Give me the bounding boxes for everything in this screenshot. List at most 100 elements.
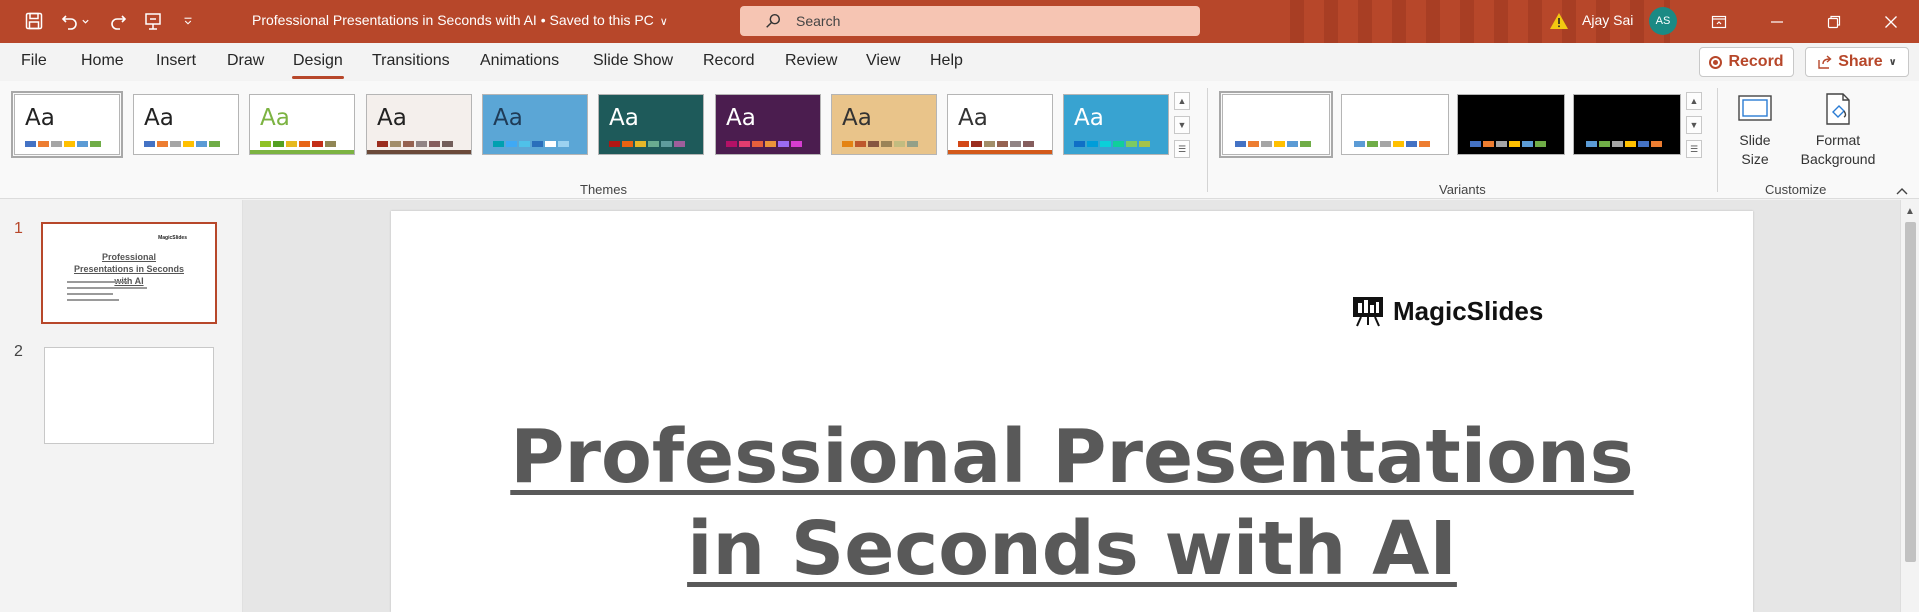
logo-text: MagicSlides [1393, 295, 1544, 326]
slide-title[interactable]: Professional Presentations in Seconds wi… [391, 411, 1753, 595]
search-input[interactable] [796, 13, 1176, 29]
magicslides-logo[interactable]: MagicSlides [1351, 294, 1543, 328]
theme-thumbnail-3[interactable]: Aa [249, 94, 355, 155]
theme-accent-stripe [367, 150, 471, 154]
slide-number: 1 [14, 220, 23, 237]
slide-size-button[interactable]: Slide Size [1731, 90, 1779, 169]
theme-thumbnail-2[interactable]: Aa [133, 94, 239, 155]
theme-preview-text: Aa [144, 105, 174, 131]
ribbon-tabs: File Home Insert Draw Design Transitions… [0, 43, 1919, 81]
slide-size-label: Slide Size [1739, 132, 1771, 167]
theme-accent-stripe [948, 150, 1052, 154]
tab-transitions[interactable]: Transitions [372, 52, 450, 70]
variants-group-label: Variants [1439, 182, 1486, 197]
thumbnail-text-line [67, 293, 113, 295]
variant-color-swatches [1586, 141, 1662, 147]
format-background-button[interactable]: Format Background [1795, 90, 1881, 169]
theme-color-swatches [144, 141, 220, 147]
tab-design[interactable]: Design [293, 52, 343, 70]
slide-number: 2 [14, 343, 23, 360]
save-icon[interactable] [20, 8, 48, 34]
slide-thumbnail-1[interactable]: MagicSlides Professional Presentations i… [41, 222, 217, 324]
tab-record[interactable]: Record [703, 52, 755, 70]
active-tab-indicator [292, 76, 344, 79]
tab-animations[interactable]: Animations [480, 52, 559, 70]
theme-accent-stripe [250, 150, 354, 154]
presentation-board-icon [1353, 297, 1383, 327]
tab-slide-show[interactable]: Slide Show [593, 52, 673, 70]
theme-color-swatches [726, 141, 802, 147]
share-button[interactable]: Share ∨ [1805, 47, 1909, 77]
record-button-label: Record [1728, 53, 1784, 70]
slide-canvas[interactable]: MagicSlides Professional Presentations i… [391, 211, 1753, 612]
record-button[interactable]: Record [1699, 47, 1794, 77]
ribbon-display-options-icon[interactable] [1691, 0, 1747, 43]
theme-thumbnail-7[interactable]: Aa [715, 94, 821, 155]
customize-toolbar-icon[interactable] [174, 8, 202, 34]
collapse-ribbon-icon[interactable] [1894, 185, 1910, 197]
theme-thumbnail-5[interactable]: Aa [482, 94, 588, 155]
themes-scroll-down-icon[interactable]: ▼ [1174, 116, 1190, 134]
warning-icon[interactable] [1549, 11, 1569, 31]
variants-more-icon[interactable]: ☰ [1686, 140, 1702, 158]
theme-preview-text: Aa [25, 105, 55, 131]
theme-preview-text: Aa [609, 105, 639, 131]
title-bar: Professional Presentations in Seconds wi… [0, 0, 1919, 43]
slide-title-line-2: in Seconds with AI [687, 506, 1457, 592]
undo-dropdown-icon[interactable] [78, 8, 92, 34]
slide-size-icon [1738, 95, 1772, 121]
tab-view[interactable]: View [866, 52, 900, 70]
theme-thumbnail-6[interactable]: Aa [598, 94, 704, 155]
avatar[interactable]: AS [1649, 7, 1677, 35]
variant-thumbnail-2[interactable] [1341, 94, 1449, 155]
variants-scroll-down-icon[interactable]: ▼ [1686, 116, 1702, 134]
themes-more-icon[interactable]: ☰ [1174, 140, 1190, 158]
user-name[interactable]: Ajay Sai [1582, 12, 1633, 28]
theme-color-swatches [493, 141, 569, 147]
format-background-label: Format Background [1800, 132, 1876, 167]
variant-thumbnail-3[interactable] [1457, 94, 1565, 155]
scroll-up-icon[interactable]: ▲ [1905, 206, 1915, 217]
themes-scroll-up-icon[interactable]: ▲ [1174, 92, 1190, 110]
record-icon [1709, 55, 1723, 69]
share-button-label: Share [1838, 53, 1883, 70]
tab-review[interactable]: Review [785, 52, 837, 70]
document-title-text: Professional Presentations in Seconds wi… [252, 12, 654, 28]
presenter-icon[interactable] [139, 8, 167, 34]
share-icon [1818, 55, 1832, 69]
restore-icon[interactable] [1806, 0, 1862, 43]
variant-color-swatches [1235, 141, 1311, 147]
redo-icon[interactable] [104, 8, 132, 34]
slide-thumbnail-2[interactable] [44, 347, 214, 444]
variant-thumbnail-1[interactable] [1219, 91, 1333, 158]
thumbnail-text-line [67, 299, 119, 301]
tab-home[interactable]: Home [81, 52, 124, 70]
theme-color-swatches [958, 141, 1034, 147]
thumbnail-text-line [67, 287, 147, 289]
variants-scroll-up-icon[interactable]: ▲ [1686, 92, 1702, 110]
tab-insert[interactable]: Insert [156, 52, 196, 70]
tab-help[interactable]: Help [930, 52, 963, 70]
tab-draw[interactable]: Draw [227, 52, 264, 70]
format-background-icon [1826, 93, 1850, 125]
theme-thumbnail-9[interactable]: Aa [947, 94, 1053, 155]
theme-thumbnail-10[interactable]: Aa [1063, 94, 1169, 155]
theme-preview-text: Aa [842, 105, 872, 131]
vertical-scrollbar[interactable]: ▲ [1900, 200, 1919, 612]
theme-preview-text: Aa [1074, 105, 1104, 131]
scrollbar-thumb[interactable] [1905, 222, 1916, 562]
tab-file[interactable]: File [21, 52, 47, 70]
theme-thumbnail-8[interactable]: Aa [831, 94, 937, 155]
theme-color-swatches [1074, 141, 1150, 147]
variant-thumbnail-4[interactable] [1573, 94, 1681, 155]
theme-preview-text: Aa [958, 105, 988, 131]
search-box[interactable] [740, 6, 1200, 36]
theme-thumbnail-4[interactable]: Aa [366, 94, 472, 155]
customize-group-label: Customize [1765, 182, 1827, 197]
theme-thumbnail-1[interactable]: Aa [11, 91, 123, 158]
minimize-icon[interactable] [1749, 0, 1805, 43]
document-title[interactable]: Professional Presentations in Seconds wi… [252, 12, 668, 28]
close-icon[interactable] [1863, 0, 1919, 43]
theme-color-swatches [842, 141, 918, 147]
theme-preview-text: Aa [493, 105, 523, 131]
